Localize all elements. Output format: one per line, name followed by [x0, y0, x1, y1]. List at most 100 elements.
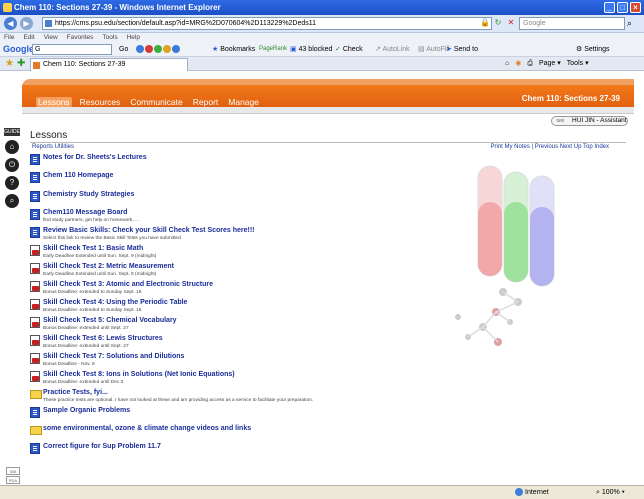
nav-report[interactable]: Report: [191, 97, 221, 107]
autofill-button[interactable]: ▤ AutoFill: [418, 42, 450, 57]
accessibility-508-link[interactable]: 508: [6, 467, 20, 475]
item-title[interactable]: Chemistry Study Strategies: [43, 191, 134, 198]
item-title[interactable]: Skill Check Test 3: Atomic and Electroni…: [43, 281, 213, 288]
toolbar-icons: [136, 42, 181, 57]
menu-edit[interactable]: Edit: [23, 33, 34, 42]
test-icon: [30, 353, 40, 364]
close-button[interactable]: ×: [630, 2, 641, 13]
menu-view[interactable]: View: [44, 33, 58, 42]
help-icon[interactable]: ?: [5, 176, 19, 190]
nav-communicate[interactable]: Communicate: [128, 97, 184, 107]
google-logo: Google: [3, 44, 34, 54]
add-favorite-icon[interactable]: ✚: [17, 58, 25, 69]
item-title[interactable]: Chem 110 Homepage: [43, 172, 113, 179]
nav-lessons[interactable]: Lessons: [36, 97, 72, 107]
search-icon[interactable]: ⌕: [5, 194, 19, 208]
autolink-icon: ↗: [375, 46, 381, 53]
search-input[interactable]: Google: [519, 17, 625, 30]
item-description: Bonus Deadline: extended until Sept. 27: [43, 344, 129, 349]
toolbar-icon-1[interactable]: [136, 45, 144, 54]
stop-icon[interactable]: ✕: [506, 18, 516, 28]
menu-tools[interactable]: Tools: [102, 33, 117, 42]
zoom-control[interactable]: ⌕ 100% ▾: [596, 486, 625, 499]
tab-chem110[interactable]: Chem 110: Sections 27-39: [30, 58, 188, 71]
document-icon: [30, 227, 40, 238]
command-bar: ⌂ ◉ ⎙ Page ▾ Tools ▾: [505, 58, 589, 70]
course-title: Chem 110: Sections 27-39: [521, 94, 620, 103]
favorites-star-icon[interactable]: ★: [5, 58, 14, 69]
item-description: Bonus Deadline: extended to Sunday Sept.…: [43, 290, 142, 295]
item-title[interactable]: Skill Check Test 4: Using the Periodic T…: [43, 299, 187, 306]
toolbar-icon-5[interactable]: [172, 45, 180, 54]
menu-file[interactable]: File: [4, 33, 14, 42]
item-title[interactable]: some environmental, ozone & climate chan…: [43, 425, 251, 432]
sub-links[interactable]: Reports Utilities: [32, 144, 74, 150]
toolbar-icon-3[interactable]: [154, 45, 162, 54]
menu-favorites[interactable]: Favorites: [67, 33, 94, 42]
home-icon[interactable]: ⌂: [5, 140, 19, 154]
home-icon[interactable]: ⌂: [505, 58, 509, 70]
settings-icon: ⚙: [576, 46, 583, 53]
refresh-icon[interactable]: ↻: [493, 18, 503, 28]
toolbar-icon-2[interactable]: [145, 45, 153, 54]
popup-blocked-button[interactable]: ▣ 43 blocked: [290, 42, 332, 57]
item-title[interactable]: Practice Tests, fyi...: [43, 389, 108, 396]
bookmarks-label: Bookmarks: [220, 46, 256, 53]
toolbar-icon-4[interactable]: [163, 45, 171, 54]
nav-manage[interactable]: Manage: [226, 97, 261, 107]
autolink-button[interactable]: ↗ AutoLink: [375, 42, 410, 57]
item-description: Early Deadline Extended until Sun. Sept.…: [43, 254, 157, 259]
maximize-button[interactable]: □: [617, 2, 628, 13]
pagerank-indicator[interactable]: PageRank: [259, 42, 287, 57]
menu-bar: File Edit View Favorites Tools Help: [0, 33, 644, 42]
sendto-button[interactable]: ➤ Send to: [446, 42, 478, 57]
item-title[interactable]: Sample Organic Problems: [43, 407, 130, 414]
pda-link[interactable]: PDA: [6, 476, 20, 484]
glasses-icon: 👓: [556, 118, 565, 125]
item-title[interactable]: Skill Check Test 2: Metric Measurement: [43, 263, 174, 270]
spellcheck-button[interactable]: ✓ Check: [335, 42, 363, 57]
item-title[interactable]: Skill Check Test 5: Chemical Vocabulary: [43, 317, 177, 324]
search-icon[interactable]: ⌕: [627, 18, 632, 29]
address-input[interactable]: https://cms.psu.edu/section/default.asp?…: [42, 17, 492, 30]
item-title[interactable]: Skill Check Test 7: Solutions and Diluti…: [43, 353, 184, 360]
menu-help[interactable]: Help: [127, 33, 140, 42]
google-toolbar: Google G Go ★ Bookmarks PageRank ▣ 43 bl…: [0, 42, 644, 57]
document-icon: [30, 209, 40, 220]
google-go-button[interactable]: Go: [119, 42, 128, 57]
item-title[interactable]: Notes for Dr. Sheets's Lectures: [43, 154, 147, 161]
item-description: Select this link to review the Basic Ski…: [43, 236, 181, 241]
forward-icon[interactable]: ▶: [20, 17, 33, 30]
blocked-label: 43 blocked: [298, 46, 333, 53]
item-description: find study partners, get help on homewor…: [43, 218, 139, 223]
user-label: HUI JIN - Assistant: [572, 117, 627, 124]
feeds-icon[interactable]: ◉: [515, 58, 521, 70]
bookmarks-button[interactable]: ★ Bookmarks: [212, 42, 255, 57]
window-controls: _ □ ×: [604, 2, 641, 13]
settings-button[interactable]: ⚙ Settings: [576, 42, 610, 57]
tools-menu[interactable]: Tools ▾: [567, 58, 589, 70]
google-search-input[interactable]: G: [32, 44, 112, 55]
page-menu[interactable]: Page ▾: [539, 58, 561, 70]
back-icon[interactable]: ◀: [4, 17, 17, 30]
guide-label: GUIDE: [4, 128, 20, 136]
user-badge[interactable]: 👓 HUI JIN - Assistant: [551, 116, 628, 126]
minimize-button[interactable]: _: [604, 2, 615, 13]
navigation-links[interactable]: Print My Notes | Previous Next Up Top In…: [491, 144, 610, 150]
page-title: Lessons: [30, 130, 68, 141]
item-title[interactable]: Chem110 Message Board: [43, 209, 127, 216]
item-title[interactable]: Skill Check Test 1: Basic Math: [43, 245, 143, 252]
item-title[interactable]: Review Basic Skills: Check your Skill Ch…: [43, 227, 255, 234]
item-title[interactable]: Skill Check Test 8: Ions in Solutions (N…: [43, 371, 235, 378]
lock-icon[interactable]: 🔒: [480, 18, 490, 28]
test-icon: [30, 245, 40, 256]
tab-row: ★ ✚ Chem 110: Sections 27-39 ⌂ ◉ ⎙ Page …: [0, 57, 644, 71]
security-zone[interactable]: Internet: [515, 486, 549, 499]
print-icon[interactable]: ⎙: [527, 58, 533, 70]
zone-label: Internet: [525, 489, 549, 496]
power-icon[interactable]: ⏻: [5, 158, 19, 172]
item-description: Bonus Deadline: extended to Sunday Sept.…: [43, 308, 142, 313]
item-title[interactable]: Correct figure for Sup Problem 11.7: [43, 443, 161, 450]
nav-resources[interactable]: Resources: [78, 97, 123, 107]
item-title[interactable]: Skill Check Test 6: Lewis Structures: [43, 335, 163, 342]
